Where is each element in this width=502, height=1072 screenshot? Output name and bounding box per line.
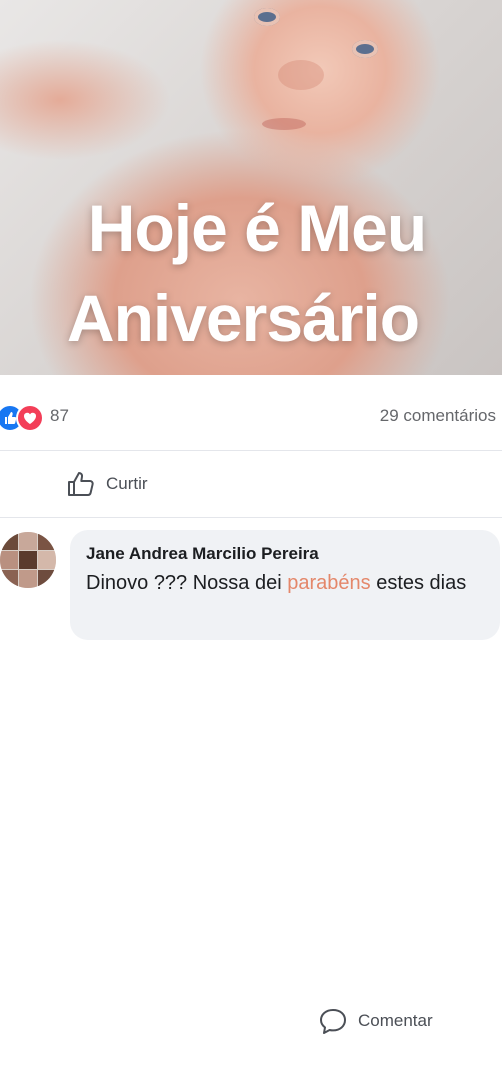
comment-text-before: Dinovo ??? Nossa dei — [86, 572, 288, 594]
comment-bubble-icon — [320, 1008, 346, 1034]
reaction-count[interactable]: 87 — [50, 406, 69, 426]
avatar[interactable] — [0, 532, 56, 588]
comment-text: Dinovo ??? Nossa dei parabéns estes dias — [86, 570, 486, 597]
post-actions: Curtir Comentar — [0, 451, 502, 1034]
baby-mouth — [262, 118, 306, 130]
baby-eye — [254, 8, 280, 26]
post-image[interactable]: Hoje é Meu Aniversário — [0, 0, 502, 375]
comment-button[interactable]: Comentar — [318, 969, 502, 1072]
heart-icon — [16, 404, 44, 432]
comment-text-highlight: parabéns — [287, 572, 371, 594]
comments-count-link[interactable]: 29 comentários — [380, 406, 496, 426]
comment-button-label: Comentar — [358, 1010, 433, 1030]
baby-eye — [352, 40, 378, 58]
comment-bubble: Jane Andrea Marcilio Pereira Dinovo ??? … — [70, 530, 500, 640]
comment-item: Jane Andrea Marcilio Pereira Dinovo ??? … — [0, 518, 502, 640]
reactions-bar: 87 29 comentários — [0, 378, 502, 451]
baby-nose — [278, 60, 324, 90]
comment-author[interactable]: Jane Andrea Marcilio Pereira — [86, 544, 319, 564]
reaction-icons[interactable] — [0, 404, 44, 432]
image-caption-line1: Hoje é Meu — [87, 191, 427, 265]
thumbs-up-icon — [68, 472, 94, 496]
like-button[interactable]: Curtir — [66, 469, 148, 499]
like-button-label: Curtir — [106, 474, 148, 493]
comment-text-after: estes dias — [370, 572, 467, 594]
image-caption-line2: Aniversário — [66, 281, 420, 355]
